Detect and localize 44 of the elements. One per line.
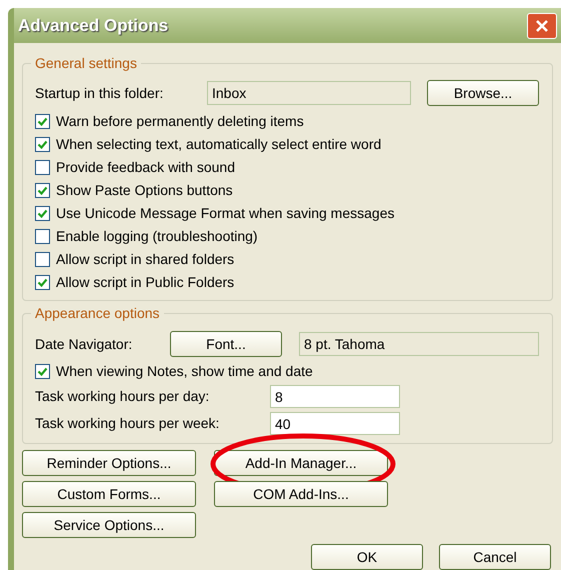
window-title: Advanced Options [18,14,168,37]
hours-field[interactable]: 40 [270,412,400,435]
checkbox-label: Provide feedback with sound [56,158,235,177]
check-icon [37,277,48,288]
check-icon [37,139,48,150]
checkbox[interactable] [35,160,50,175]
option-button[interactable]: COM Add-Ins... [214,481,388,507]
checkbox-label: Warn before permanently deleting items [56,112,304,131]
checkbox-label: Allow script in shared folders [56,250,234,269]
checkbox-label: Show Paste Options buttons [56,181,233,200]
field-label: Task working hours per week: [35,414,220,433]
check-icon [37,366,48,377]
field-label: Task working hours per day: [35,387,210,406]
field-label: Startup in this folder: [35,84,164,103]
checkbox-label: Use Unicode Message Format when saving messages [56,204,394,223]
field-label: Date Navigator: [35,334,134,354]
check-icon [37,185,48,196]
dialog-button[interactable]: Cancel [439,544,551,570]
browse-button[interactable]: Browse... [427,80,539,106]
check-icon [37,208,48,219]
check-icon [37,116,48,127]
startup-folder-field[interactable]: Inbox [207,81,411,105]
checkbox-label: When selecting text, automatically select entire word [56,135,382,154]
checkbox[interactable] [35,229,50,244]
font-button[interactable]: Font... [170,331,282,357]
checkbox-label: Enable logging (troubleshooting) [56,227,258,246]
close-icon [535,18,549,32]
checkbox[interactable] [35,137,50,152]
dialog-button[interactable]: OK [311,544,423,570]
close-button[interactable] [527,12,557,38]
checkbox[interactable] [35,206,50,221]
checkbox[interactable] [35,114,50,129]
checkbox-label: Allow script in Public Folders [56,273,234,292]
hours-field[interactable]: 8 [270,385,400,408]
font-field: 8 pt. Tahoma [299,332,539,356]
option-button[interactable]: Service Options... [22,512,196,538]
option-button[interactable]: Custom Forms... [22,481,196,507]
checkbox-label: When viewing Notes, show time and date [56,362,313,381]
option-button[interactable]: Add-In Manager... [214,450,388,476]
checkbox[interactable] [35,364,50,379]
checkbox[interactable] [35,183,50,198]
option-button[interactable]: Reminder Options... [22,450,196,476]
checkbox[interactable] [35,275,50,290]
checkbox[interactable] [35,252,50,267]
